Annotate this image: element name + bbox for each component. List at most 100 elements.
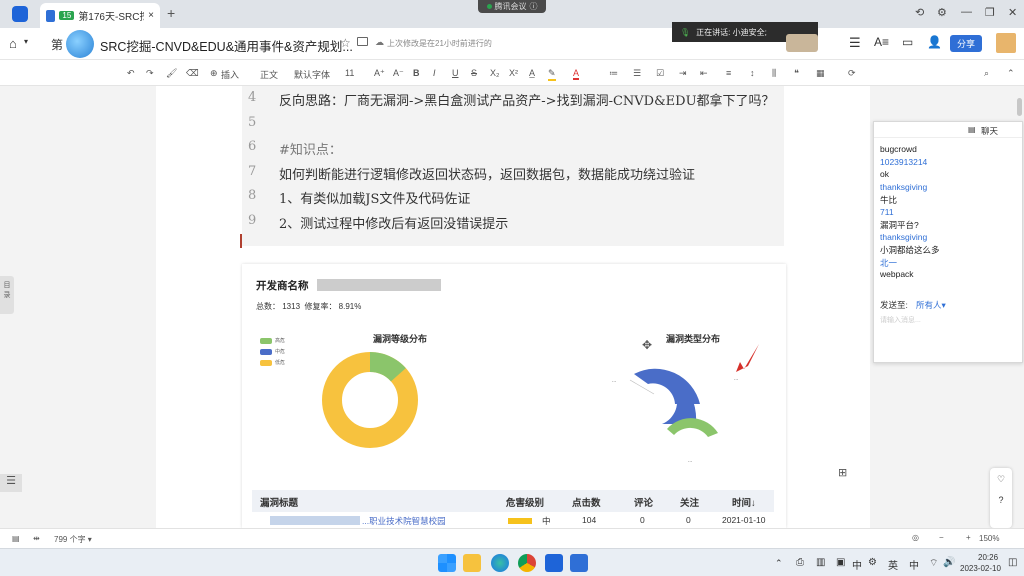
feedback-icon[interactable]: ♡?	[990, 468, 1012, 528]
chat-message: 1023913214	[880, 156, 928, 167]
decrease-font-icon[interactable]: A⁻	[393, 68, 404, 79]
present-icon[interactable]: ▭	[902, 35, 913, 49]
locate-icon[interactable]: ◎	[912, 533, 919, 542]
bullet-list-icon[interactable]: ☰	[633, 68, 641, 79]
ordered-list-icon[interactable]: ≔	[609, 68, 618, 79]
row-comments: 0	[640, 515, 645, 525]
insert-menu[interactable]: 插入	[221, 68, 239, 81]
insert-icon[interactable]: ⊕	[210, 68, 218, 79]
chrome-icon[interactable]	[518, 554, 536, 572]
status-bar: ▤ ⇹ 799 个字 ▾ ◎ − + 150%	[0, 528, 1024, 548]
zoom-level[interactable]: 150%	[979, 534, 999, 543]
document-tab[interactable]: 15 第176天-SRC挖掘-CNVD... ×	[40, 3, 160, 28]
new-tab-icon[interactable]: +	[167, 5, 175, 21]
chat-message: 漏洞平台?	[880, 220, 919, 230]
font-format-icon[interactable]: A≡	[874, 35, 889, 49]
user-avatar[interactable]	[996, 33, 1016, 53]
chevron-down-icon[interactable]: ▾	[24, 37, 28, 46]
add-user-icon[interactable]: 👤	[927, 35, 942, 49]
page-width-icon[interactable]: ⇹	[33, 534, 40, 543]
share-button[interactable]: 分享	[950, 35, 982, 52]
clock-time[interactable]: 20:26	[978, 553, 998, 562]
tray-ime-icon[interactable]: 英	[888, 557, 898, 572]
doc-title[interactable]: SRC挖掘-CNVD&EDU&通用事件&资产规划...	[100, 36, 353, 55]
outline-toggle-icon[interactable]: ☰	[0, 474, 22, 492]
tray-chevron-icon[interactable]: ⌃	[775, 558, 783, 569]
document-page[interactable]: 4 反向思路：厂商无漏洞->黑白盒测试产品资产->找到漏洞-CNVD&EDU都拿下…	[156, 86, 870, 528]
menu-icon[interactable]: ☰	[849, 35, 861, 51]
underline-icon[interactable]: U	[452, 68, 459, 78]
meeting-app-icon[interactable]	[570, 554, 588, 572]
quote-icon[interactable]: ❝	[794, 68, 799, 79]
font-color-icon[interactable]: A	[573, 68, 580, 80]
star-icon[interactable]: ☆	[340, 36, 351, 50]
vertical-scrollbar[interactable]	[1017, 98, 1022, 116]
word-count[interactable]: 799 个字 ▾	[54, 534, 92, 545]
outdent-icon[interactable]: ⇤	[700, 68, 708, 79]
highlight-color-icon[interactable]: ✎	[548, 68, 556, 81]
font-family-select[interactable]: 默认字体	[294, 68, 330, 81]
superscript-icon[interactable]: X²	[509, 68, 518, 78]
line-spacing-icon[interactable]: ↕	[750, 68, 755, 78]
paragraph-style-select[interactable]: 正文	[260, 68, 278, 81]
windows-start-icon[interactable]	[438, 554, 456, 572]
report-image[interactable]: 开发商名称 总数： 1313 修复率： 8.91% 漏洞等级分布 漏洞类型分布 …	[242, 264, 786, 528]
meeting-pill[interactable]: 腾讯会议 ⓘ	[478, 0, 546, 13]
tray-network-icon[interactable]: ▥	[816, 557, 825, 568]
highlight-icon[interactable]: A̲	[529, 68, 535, 78]
app-logo-icon[interactable]	[12, 6, 28, 22]
microphone-icon: 🎙	[680, 27, 691, 37]
checklist-icon[interactable]: ☑	[656, 68, 664, 79]
tab-close-icon[interactable]: ×	[148, 10, 154, 21]
search-icon[interactable]: ⌕	[984, 68, 989, 79]
volume-icon[interactable]: 🔊	[943, 557, 955, 568]
strikethrough-icon[interactable]: S	[471, 68, 477, 78]
notification-icon[interactable]: ◫	[1008, 557, 1017, 568]
edge-icon[interactable]	[491, 554, 509, 572]
subscript-icon[interactable]: X₂	[490, 68, 500, 78]
outline-icon[interactable]: ▤	[12, 534, 20, 543]
more-icon[interactable]: ⟳	[848, 68, 856, 79]
tray-input-icon[interactable]: 中	[852, 557, 862, 572]
clock-date[interactable]: 2023-02-10	[960, 564, 1001, 573]
home-icon[interactable]: ⌂	[9, 36, 17, 51]
zoom-in-icon[interactable]: +	[966, 533, 971, 542]
increase-font-icon[interactable]: A⁺	[374, 68, 385, 79]
tray-meeting-icon[interactable]: ▣	[836, 557, 845, 568]
chat-input[interactable]: 请输入消息...	[880, 315, 921, 325]
side-outline-button[interactable]: 目录	[0, 276, 14, 314]
zoom-out-icon[interactable]: −	[939, 533, 944, 542]
maximize-icon[interactable]: ❐	[985, 6, 995, 19]
send-to-select[interactable]: 所有人▾	[916, 299, 946, 311]
chat-panel[interactable]: ▤ 聊天 bugcrowd 1023913214 ok thanksgiving 牛比 7…	[873, 121, 1023, 363]
align-icon[interactable]: ≡	[726, 68, 731, 78]
columns-icon[interactable]: ⫼	[772, 68, 776, 79]
refresh-icon[interactable]: ⟲	[915, 6, 924, 19]
undo-icon[interactable]: ↶	[127, 68, 135, 79]
settings-gear-icon[interactable]: ⚙	[937, 6, 947, 19]
wifi-icon[interactable]: ⌔	[929, 557, 938, 570]
bold-icon[interactable]: B	[413, 68, 420, 78]
redo-icon[interactable]: ↷	[146, 68, 154, 79]
cloud-icon: ☁	[375, 37, 384, 47]
line-number: 4	[248, 90, 257, 105]
tray-lang-icon[interactable]: 中	[909, 557, 919, 572]
taskbar: ⌃ ⎙ ▥ ▣ 中 ⚙ 英 中 ⌔ 🔊 20:26 2023-02-10 ◫	[0, 548, 1024, 576]
code-line-text: #知识点：	[279, 143, 342, 158]
eraser-icon[interactable]: ⌫	[186, 68, 199, 79]
legend-item: 高危	[260, 337, 285, 344]
font-size-select[interactable]: 11	[345, 68, 354, 78]
italic-icon[interactable]: I	[433, 68, 436, 78]
file-explorer-icon[interactable]	[463, 554, 481, 572]
table-icon[interactable]: ▦	[816, 68, 825, 79]
format-painter-icon[interactable]: 🖌	[166, 68, 177, 79]
close-window-icon[interactable]: ✕	[1008, 6, 1017, 19]
indent-icon[interactable]: ⇥	[679, 68, 687, 79]
folder-icon[interactable]	[357, 37, 368, 46]
tray-app-icon[interactable]: ⎙	[796, 557, 804, 568]
add-comment-icon[interactable]: ⊞	[838, 466, 847, 479]
tray-settings-icon[interactable]: ⚙	[868, 557, 877, 568]
minimize-icon[interactable]: —	[961, 6, 972, 18]
docs-app-icon[interactable]	[545, 554, 563, 572]
collapse-icon[interactable]: ⌃	[1007, 68, 1015, 79]
